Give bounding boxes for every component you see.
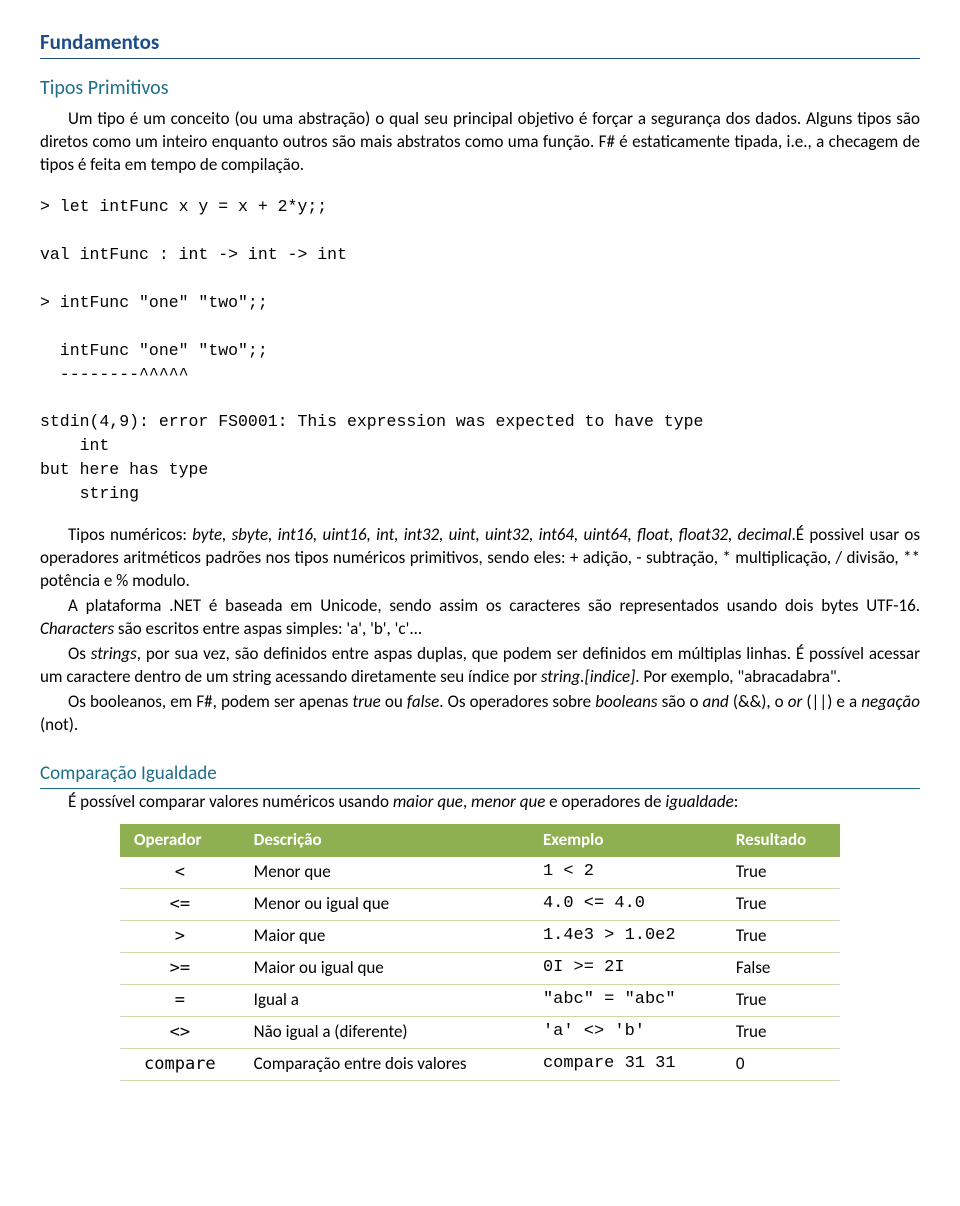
cell-description: Maior que: [240, 920, 529, 952]
cell-result: True: [722, 1016, 840, 1048]
text: ou: [381, 691, 407, 712]
italic-strings: strings: [91, 643, 137, 664]
table-row: <Menor que1 < 2True: [120, 857, 840, 888]
italic-or: or: [788, 691, 803, 712]
italic-and: and: [703, 691, 729, 712]
italic-not: negação: [861, 691, 920, 712]
italic-characters: Characters: [40, 618, 114, 639]
paragraph-unicode: A plataforma .NET é baseada em Unicode, …: [40, 595, 920, 641]
text: . Os operadores sobre: [439, 691, 595, 712]
italic-booleans: booleans: [595, 691, 657, 712]
cell-description: Menor que: [240, 857, 529, 888]
cell-example: 4.0 <= 4.0: [529, 889, 722, 921]
text: . Por exemplo, "abracadabra".: [635, 666, 841, 687]
th-operador: Operador: [120, 824, 240, 857]
th-descricao: Descrição: [240, 824, 529, 857]
cell-example: 1 < 2: [529, 857, 722, 888]
cell-result: False: [722, 952, 840, 984]
text: É possível comparar valores numéricos us…: [68, 791, 393, 812]
cell-result: True: [722, 889, 840, 921]
cell-operator: =: [120, 984, 240, 1016]
cell-description: Maior ou igual que: [240, 952, 529, 984]
paragraph-compare-intro: É possível comparar valores numéricos us…: [40, 791, 920, 814]
table-row: >=Maior ou igual que0I >= 2IFalse: [120, 952, 840, 984]
text: são o: [658, 691, 703, 712]
text: (not).: [40, 714, 78, 735]
cell-operator: <=: [120, 889, 240, 921]
table-row: <=Menor ou igual que4.0 <= 4.0True: [120, 889, 840, 921]
text: ,: [463, 791, 471, 812]
text: (||) e a: [802, 691, 861, 712]
text: são escritos entre aspas simples: 'a', '…: [114, 618, 422, 639]
table-row: >Maior que1.4e3 > 1.0e2True: [120, 920, 840, 952]
text: :: [734, 791, 739, 812]
cell-example: 0I >= 2I: [529, 952, 722, 984]
paragraph-intro: Um tipo é um conceito (ou uma abstração)…: [40, 108, 920, 177]
cell-operator: <>: [120, 1016, 240, 1048]
cell-example: compare 31 31: [529, 1048, 722, 1080]
text: Tipos numéricos:: [68, 524, 192, 545]
cell-result: True: [722, 984, 840, 1016]
paragraph-numeric-types: Tipos numéricos: byte, sbyte, int16, uin…: [40, 524, 920, 593]
italic-false: false: [407, 691, 439, 712]
cell-operator: >=: [120, 952, 240, 984]
cell-description: Igual a: [240, 984, 529, 1016]
heading-tipos-primitivos: Tipos Primitivos: [40, 75, 920, 102]
table-header-row: Operador Descrição Exemplo Resultado: [120, 824, 840, 857]
cell-example: "abc" = "abc": [529, 984, 722, 1016]
heading-fundamentos: Fundamentos: [40, 28, 920, 59]
heading-comparacao: Comparação Igualdade: [40, 761, 920, 790]
text: e operadores de: [545, 791, 665, 812]
text: Os: [68, 643, 91, 664]
cell-description: Não igual a (diferente): [240, 1016, 529, 1048]
table-row: compareComparação entre dois valorescomp…: [120, 1048, 840, 1080]
th-exemplo: Exemplo: [529, 824, 722, 857]
italic-types: byte, sbyte, int16, uint16, int, int32, …: [192, 524, 791, 545]
paragraph-booleans: Os booleanos, em F#, podem ser apenas tr…: [40, 691, 920, 737]
cell-result: True: [722, 920, 840, 952]
cell-operator: compare: [120, 1048, 240, 1080]
text: Os booleanos, em F#, podem ser apenas: [68, 691, 352, 712]
cell-example: 'a' <> 'b': [529, 1016, 722, 1048]
th-resultado: Resultado: [722, 824, 840, 857]
paragraph-strings: Os strings, por sua vez, são definidos e…: [40, 643, 920, 689]
italic-igualdade: igualdade: [665, 791, 733, 812]
italic-maior: maior que: [393, 791, 463, 812]
cell-operator: <: [120, 857, 240, 888]
table-row: <>Não igual a (diferente)'a' <> 'b'True: [120, 1016, 840, 1048]
table-row: =Igual a"abc" = "abc"True: [120, 984, 840, 1016]
text: (&&), o: [729, 691, 788, 712]
cell-operator: >: [120, 920, 240, 952]
italic-menor: menor que: [471, 791, 545, 812]
cell-result: 0: [722, 1048, 840, 1080]
italic-indexing: s­tring.[indice]: [541, 666, 635, 687]
cell-example: 1.4e3 > 1.0e2: [529, 920, 722, 952]
cell-description: Comparação entre dois valores: [240, 1048, 529, 1080]
operators-table: Operador Descrição Exemplo Resultado <Me…: [120, 824, 840, 1081]
italic-true: true: [352, 691, 380, 712]
cell-result: True: [722, 857, 840, 888]
code-block: > let intFunc x y = x + 2*y;; val intFun…: [40, 195, 920, 506]
text: A plataforma .NET é baseada em Unicode, …: [68, 595, 920, 616]
cell-description: Menor ou igual que: [240, 889, 529, 921]
